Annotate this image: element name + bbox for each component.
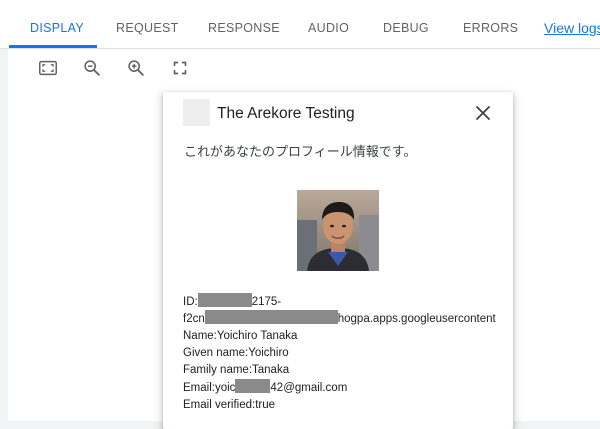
email-verified-line: Email verified:true [183,398,276,411]
fullscreen-icon [173,61,187,75]
active-tab-indicator [9,45,97,48]
zoom-in-icon [128,60,144,76]
fit-screen-button[interactable] [37,57,59,79]
id-prefix: ID: [183,296,198,308]
tab-request[interactable]: REQUEST [116,0,179,49]
given-name-line: Given name:Yoichiro [183,346,289,359]
redaction-block [197,293,252,307]
profile-card: The Arekore Testing これがあなたのプロフィール情報です。 I… [163,92,513,429]
tab-errors[interactable]: ERRORS [463,0,518,49]
fullscreen-button[interactable] [169,57,191,79]
tab-audio[interactable]: AUDIO [308,0,349,49]
email-line: Email:yoic 42@gmail.com [183,379,513,396]
zoom-out-icon [84,60,100,76]
id-line: ID: 2175- [183,293,513,310]
view-logs-link[interactable]: View logs [544,0,600,56]
tab-response[interactable]: RESPONSE [208,0,280,49]
zoom-out-button[interactable] [81,57,103,79]
fit-screen-icon [39,60,57,76]
close-button[interactable] [473,103,493,123]
tab-debug[interactable]: DEBUG [383,0,429,49]
profile-info: ID: 2175- f2cn hogpa.apps.googleuserconten… [183,293,513,414]
zoom-in-button[interactable] [125,57,147,79]
email-prefix: Email:yoic [183,382,236,395]
tab-display[interactable]: DISPLAY [30,0,84,49]
close-icon [476,106,490,120]
id-line2-prefix: f2cn [183,313,205,326]
id-suffix: 2175- [251,296,282,308]
redaction-block [204,310,338,325]
profile-subtitle: これがあなたのプロフィール情報です。 [184,144,417,159]
card-title: The Arekore Testing [217,105,355,122]
id-line2-suffix: hogpa.apps.googleusercontent [337,313,496,326]
app-logo [183,99,210,126]
id-continuation-line: f2cn hogpa.apps.googleusercontent [183,310,513,327]
family-name-line: Family name:Tanaka [183,364,290,377]
email-suffix: 42@gmail.com [270,382,348,395]
redaction-block [235,379,271,394]
tab-bar: DISPLAY REQUEST RESPONSE AUDIO DEBUG ERR… [0,0,600,49]
avatar [297,190,379,271]
name-line: Name:Yoichiro Tanaka [183,329,298,342]
